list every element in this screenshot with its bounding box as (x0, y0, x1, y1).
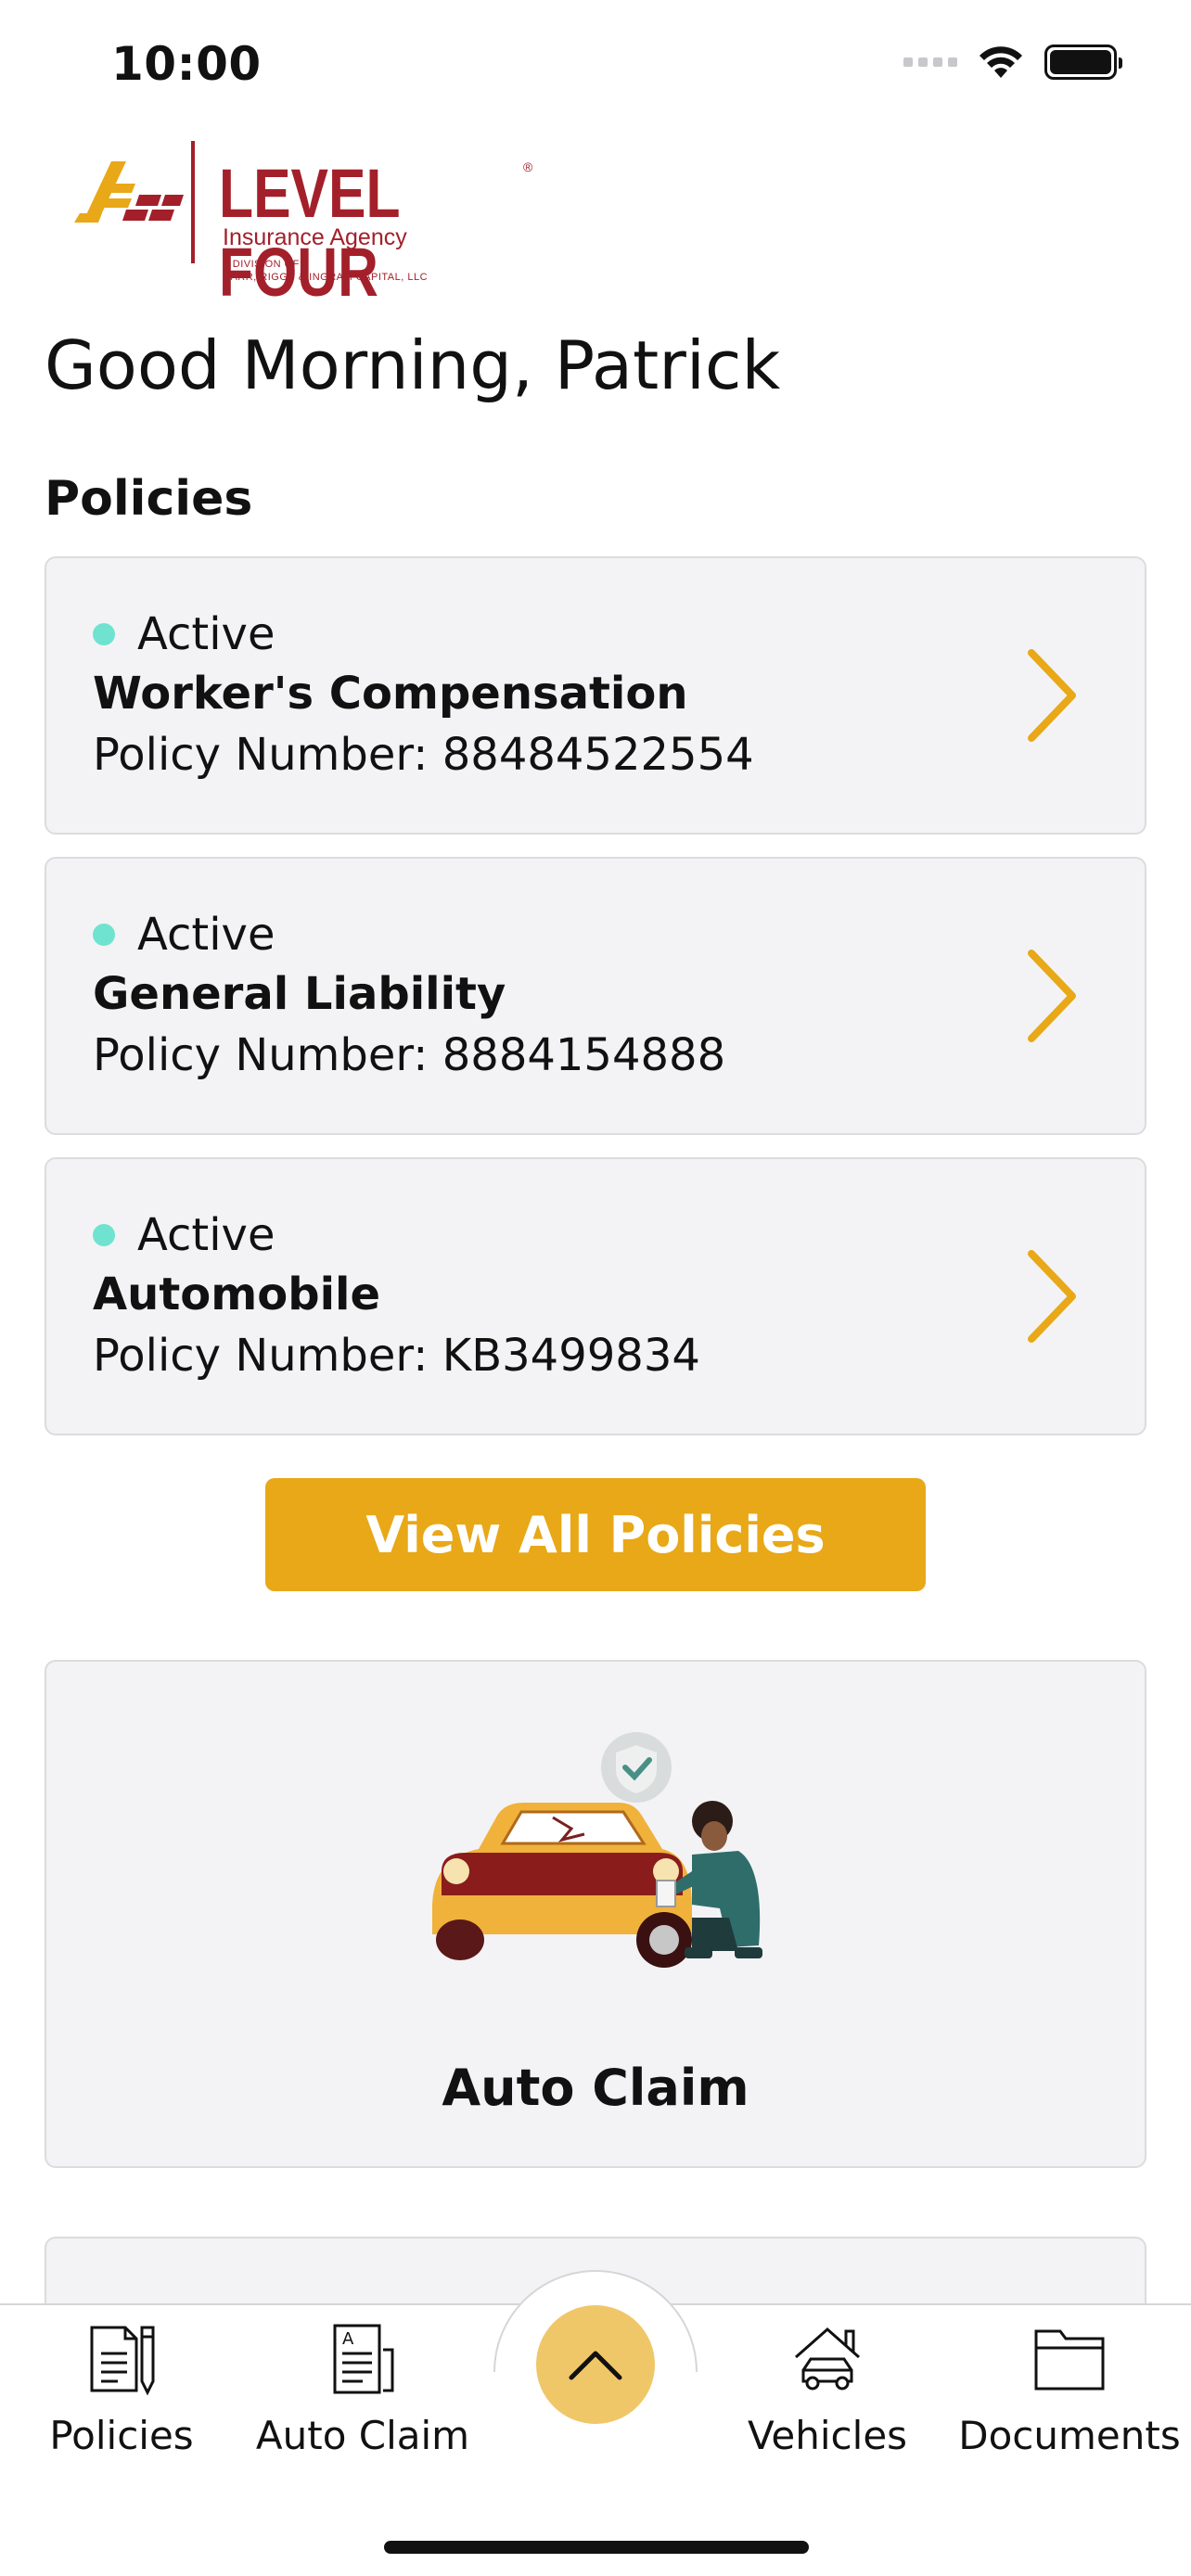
policy-name: Automobile (93, 1269, 381, 1320)
chevron-right-icon[interactable] (1024, 1246, 1080, 1346)
policy-card[interactable]: Active Worker's Compensation Policy Numb… (45, 556, 1146, 835)
status-dot-icon (93, 924, 115, 946)
policy-name: General Liability (93, 968, 506, 1020)
tab-policies[interactable]: Policies (49, 2322, 194, 2458)
tab-vehicles[interactable]: Vehicles (748, 2322, 907, 2458)
documents-icon (1034, 2329, 1105, 2391)
chevron-up-icon (569, 2351, 622, 2380)
greeting-title: Good Morning, Patrick (45, 326, 781, 404)
policy-number: Policy Number: 88484522554 (93, 729, 754, 781)
policy-status: Active (93, 1209, 275, 1261)
policy-status-label: Active (137, 909, 275, 961)
policy-number: Policy Number: 8884154888 (93, 1029, 726, 1081)
policy-name: Worker's Compensation (93, 668, 688, 720)
chevron-right-icon[interactable] (1024, 946, 1080, 1046)
svg-text:A: A (342, 2329, 354, 2349)
vehicles-icon (795, 2327, 860, 2391)
status-bar: 10:00 (0, 0, 1191, 130)
tab-label: Auto Claim (255, 2413, 470, 2458)
auto-claim-card[interactable]: Auto Claim (45, 1660, 1146, 2168)
policy-number: Policy Number: KB3499834 (93, 1330, 700, 1382)
tab-label: Policies (49, 2413, 194, 2458)
battery-icon (1044, 45, 1122, 80)
policy-status: Active (93, 909, 275, 961)
policy-status: Active (93, 608, 275, 660)
auto-claim-label: Auto Claim (442, 2059, 749, 2117)
status-icons (903, 45, 1122, 80)
tab-documents[interactable]: Documents (958, 2322, 1181, 2458)
level-four-logo-mark (74, 161, 184, 223)
view-all-policies-button[interactable]: View All Policies (265, 1478, 926, 1591)
brand-division: A DIVISION OF CARR, RIGGS & INGRAM CAPIT… (223, 258, 428, 284)
division-line-2: CARR, RIGGS & INGRAM CAPITAL, LLC (223, 272, 429, 283)
auto-claim-illustration (432, 1732, 762, 1968)
tab-label: Documents (958, 2413, 1181, 2458)
tab-label: Vehicles (747, 2413, 908, 2458)
expand-menu-button[interactable] (536, 2305, 655, 2424)
brand-subtitle: Insurance Agency (223, 224, 407, 250)
policies-icon (90, 2326, 155, 2396)
policy-card[interactable]: Active General Liability Policy Number: … (45, 857, 1146, 1135)
home-indicator[interactable] (384, 2541, 809, 2554)
wifi-icon (980, 46, 1022, 78)
brand-logo: LEVEL FOUR ® Insurance Agency A DIVISION… (74, 139, 557, 311)
auto-claim-icon: A (333, 2324, 394, 2394)
policy-status-label: Active (137, 608, 275, 660)
tab-auto-claim[interactable]: A Auto Claim (256, 2322, 469, 2458)
status-dot-icon (93, 623, 115, 645)
registered-mark: ® (523, 159, 533, 174)
policy-status-label: Active (137, 1209, 275, 1261)
status-dot-icon (93, 1224, 115, 1246)
status-time: 10:00 (111, 37, 262, 91)
division-line-1: A DIVISION OF (223, 259, 300, 270)
cellular-signal-icon (903, 57, 957, 67)
policies-section-title: Policies (45, 471, 253, 527)
chevron-right-icon[interactable] (1024, 645, 1080, 746)
policy-card[interactable]: Active Automobile Policy Number: KB34998… (45, 1157, 1146, 1435)
